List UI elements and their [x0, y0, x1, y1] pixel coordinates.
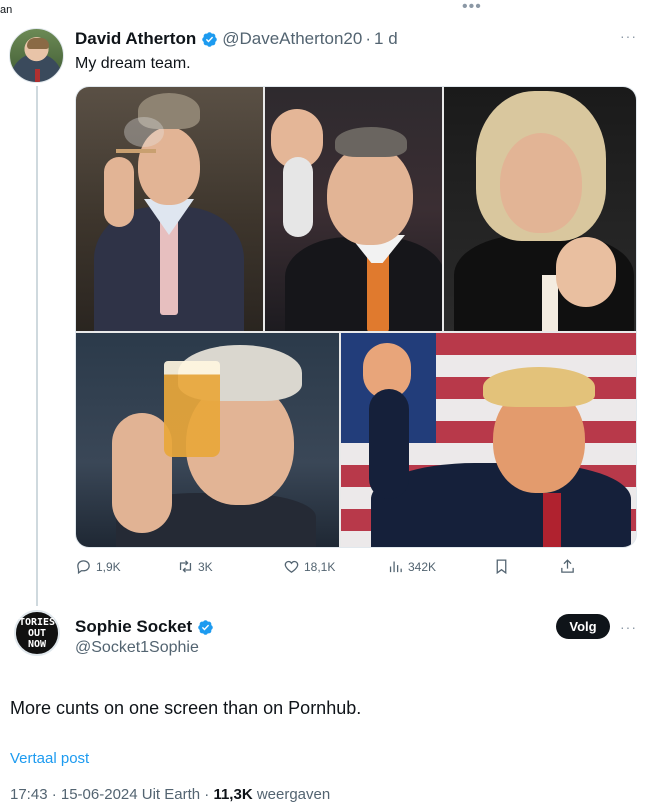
- tweet1-header: David Atherton @DaveAtherton20 · 1 d: [75, 29, 398, 49]
- tweet2-author-row: Sophie Socket: [75, 617, 218, 637]
- heart-icon: [284, 560, 299, 573]
- tweet1-more-icon[interactable]: ···: [620, 28, 637, 44]
- follow-button[interactable]: Volg: [556, 614, 610, 639]
- avatar-text-line-2: OUT: [27, 627, 47, 639]
- views-chart-icon: [389, 561, 402, 573]
- avatar-text-line-1: TORIES: [18, 616, 56, 628]
- verified-badge-icon: [202, 31, 217, 47]
- tweet1-photo-grid[interactable]: [75, 86, 637, 548]
- reply-button[interactable]: 1,9K: [75, 558, 121, 575]
- tweet1-text: My dream team.: [75, 55, 191, 72]
- bookmark-icon: [496, 559, 507, 575]
- tweet-time[interactable]: 1 d: [374, 29, 398, 49]
- tweet1-action-bar: 1,9K 3K 18,1K 342K: [75, 558, 595, 580]
- tweet2-metadata: 17:43 · 15-06-2024 Uit Earth · 11,3K wee…: [10, 786, 330, 803]
- repost-button[interactable]: 3K: [177, 558, 213, 575]
- author-name[interactable]: Sophie Socket: [75, 617, 192, 637]
- share-button[interactable]: [559, 558, 576, 575]
- verified-badge-icon: [198, 619, 213, 635]
- tweet2-text: More cunts on one screen than on Pornhub…: [10, 698, 362, 718]
- views-label: weergaven: [252, 786, 331, 803]
- tweet2-more-icon[interactable]: ···: [620, 619, 637, 635]
- separator-dot: ·: [365, 29, 372, 48]
- photo-3[interactable]: [444, 87, 636, 331]
- reply-count: 1,9K: [96, 559, 121, 574]
- photo-4[interactable]: [76, 333, 339, 547]
- views-button[interactable]: 342K: [387, 558, 436, 575]
- avatar-sophie-socket[interactable]: TORIES OUT NOW: [14, 610, 60, 656]
- bookmark-button[interactable]: [493, 558, 510, 575]
- top-more-icon[interactable]: •••: [462, 0, 482, 15]
- photo-1[interactable]: [76, 87, 263, 331]
- author-name[interactable]: David Atherton: [75, 29, 196, 49]
- like-button[interactable]: 18,1K: [283, 558, 335, 575]
- repost-icon: [179, 560, 192, 573]
- truncated-header-text: an: [0, 4, 13, 16]
- like-count: 18,1K: [304, 559, 336, 574]
- avatar-david-atherton[interactable]: [9, 28, 64, 83]
- author-handle[interactable]: @DaveAtherton20: [222, 29, 362, 49]
- reply-icon: [77, 560, 90, 575]
- timestamp-and-source[interactable]: 17:43 · 15-06-2024 Uit Earth ·: [10, 786, 213, 803]
- photo-5[interactable]: [341, 333, 636, 547]
- thread-connector-line: [36, 86, 38, 606]
- author-handle[interactable]: @Socket1Sophie: [75, 639, 199, 657]
- views-count: 11,3K: [213, 786, 253, 803]
- views-count: 342K: [408, 559, 437, 574]
- translate-post-link[interactable]: Vertaal post: [10, 750, 89, 767]
- avatar-text-line-3: NOW: [27, 638, 47, 650]
- repost-count: 3K: [198, 559, 213, 574]
- share-icon: [561, 559, 574, 573]
- photo-2[interactable]: [265, 87, 442, 331]
